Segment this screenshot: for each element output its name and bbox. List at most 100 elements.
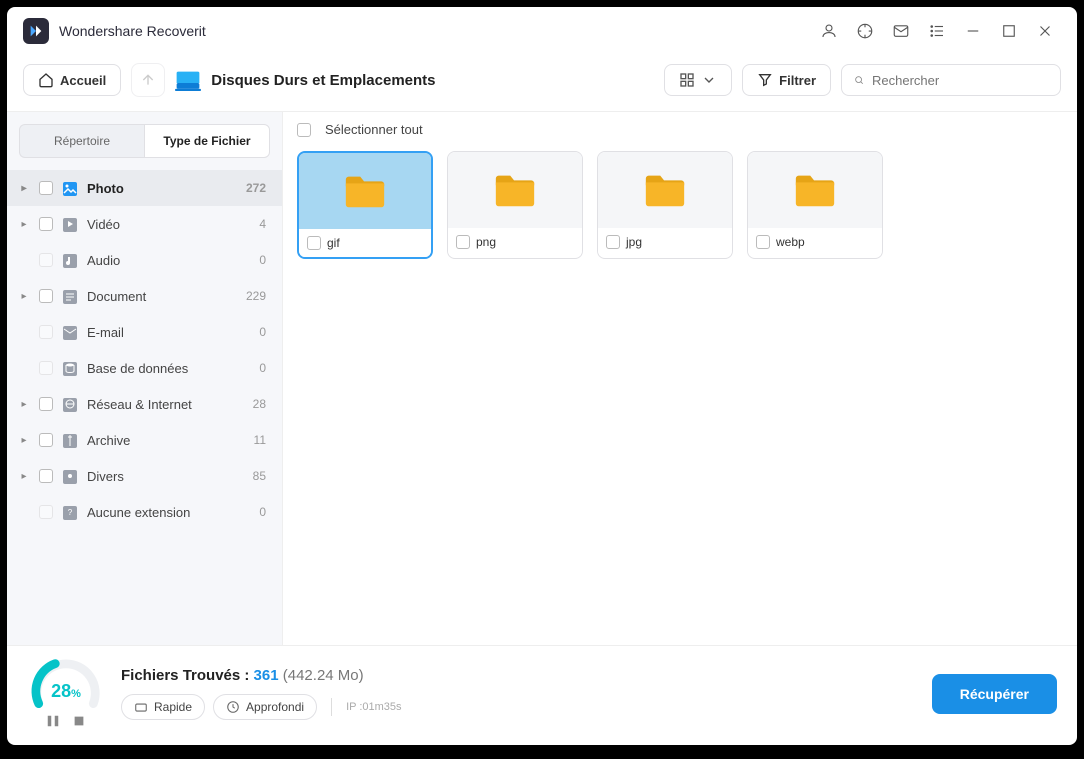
tab-repertoire[interactable]: Répertoire bbox=[19, 124, 144, 158]
scan-mode-rapide[interactable]: Rapide bbox=[121, 694, 205, 720]
folder-icon bbox=[299, 153, 431, 229]
account-icon[interactable] bbox=[813, 15, 845, 47]
card-checkbox[interactable] bbox=[307, 236, 321, 250]
progress-ring: 28% bbox=[27, 654, 105, 704]
sidebar: Répertoire Type de Fichier ▸ Photo 272 ▸… bbox=[7, 112, 282, 645]
folder-card-gif[interactable]: gif bbox=[297, 151, 433, 259]
progress-value: 28 bbox=[51, 681, 71, 701]
sidebar-item-divers[interactable]: ▸ Divers 85 bbox=[7, 458, 282, 494]
tree-item-count: 272 bbox=[246, 181, 266, 195]
tree-item-label: Document bbox=[87, 289, 246, 304]
up-button[interactable] bbox=[131, 63, 165, 97]
filter-button[interactable]: Filtrer bbox=[742, 64, 831, 96]
net-icon bbox=[61, 395, 79, 413]
tree-item-count: 4 bbox=[259, 217, 266, 231]
maximize-button[interactable] bbox=[993, 15, 1025, 47]
sidebar-item-base-de-donn-es[interactable]: Base de données 0 bbox=[7, 350, 282, 386]
files-found-line: Fichiers Trouvés : 361 (442.24 Mo) bbox=[121, 667, 916, 684]
view-grid-button[interactable] bbox=[664, 64, 732, 96]
tree-item-label: Divers bbox=[87, 469, 253, 484]
card-label: gif bbox=[327, 236, 340, 250]
tree-item-checkbox[interactable] bbox=[39, 217, 53, 231]
results-grid: gif png jpg webp bbox=[283, 147, 1077, 263]
card-label: jpg bbox=[626, 235, 642, 249]
chevron-right-icon: ▸ bbox=[17, 183, 31, 194]
recover-button[interactable]: Récupérer bbox=[932, 674, 1057, 714]
tree-item-checkbox bbox=[39, 253, 53, 267]
breadcrumb: Disques Durs et Emplacements bbox=[211, 72, 435, 89]
app-title: Wondershare Recoverit bbox=[59, 23, 206, 39]
db-icon bbox=[61, 359, 79, 377]
file-type-tree: ▸ Photo 272 ▸ Vidéo 4 Audio 0 ▸ Document… bbox=[7, 170, 282, 645]
doc-icon bbox=[61, 287, 79, 305]
card-checkbox[interactable] bbox=[456, 235, 470, 249]
toolbar: Accueil Disques Durs et Emplacements Fil… bbox=[7, 55, 1077, 111]
tree-item-label: Archive bbox=[87, 433, 254, 448]
tree-item-label: Vidéo bbox=[87, 217, 259, 232]
tree-item-checkbox[interactable] bbox=[39, 397, 53, 411]
tree-item-count: 229 bbox=[246, 289, 266, 303]
filter-label: Filtrer bbox=[779, 73, 816, 88]
folder-icon bbox=[748, 152, 882, 228]
app-logo bbox=[23, 18, 49, 44]
sidebar-item-photo[interactable]: ▸ Photo 272 bbox=[7, 170, 282, 206]
tree-item-count: 0 bbox=[259, 253, 266, 267]
card-label: webp bbox=[776, 235, 805, 249]
tree-item-count: 0 bbox=[259, 325, 266, 339]
tree-item-checkbox[interactable] bbox=[39, 469, 53, 483]
tree-item-label: Audio bbox=[87, 253, 259, 268]
folder-card-webp[interactable]: webp bbox=[747, 151, 883, 259]
folder-card-jpg[interactable]: jpg bbox=[597, 151, 733, 259]
svg-text:?: ? bbox=[68, 508, 73, 517]
folder-icon bbox=[598, 152, 732, 228]
tree-item-checkbox bbox=[39, 325, 53, 339]
drive-icon bbox=[175, 70, 201, 90]
tree-item-count: 0 bbox=[259, 361, 266, 375]
sidebar-item-vid-o[interactable]: ▸ Vidéo 4 bbox=[7, 206, 282, 242]
tab-type-fichier[interactable]: Type de Fichier bbox=[144, 124, 270, 158]
chevron-right-icon: ▸ bbox=[17, 435, 31, 446]
sidebar-item-audio[interactable]: Audio 0 bbox=[7, 242, 282, 278]
audio-icon bbox=[61, 251, 79, 269]
tree-item-label: Photo bbox=[87, 181, 246, 196]
sidebar-item-aucune-extension[interactable]: ? Aucune extension 0 bbox=[7, 494, 282, 530]
sidebar-item-r-seau-internet[interactable]: ▸ Réseau & Internet 28 bbox=[7, 386, 282, 422]
chevron-right-icon: ▸ bbox=[17, 291, 31, 302]
feedback-icon[interactable] bbox=[885, 15, 917, 47]
tree-item-label: E-mail bbox=[87, 325, 259, 340]
tree-item-count: 85 bbox=[253, 469, 266, 483]
tree-item-checkbox[interactable] bbox=[39, 433, 53, 447]
tree-item-checkbox bbox=[39, 505, 53, 519]
archive-icon bbox=[61, 431, 79, 449]
folder-card-png[interactable]: png bbox=[447, 151, 583, 259]
home-button[interactable]: Accueil bbox=[23, 64, 121, 96]
folder-icon bbox=[448, 152, 582, 228]
video-icon bbox=[61, 215, 79, 233]
scan-mode-approfondi[interactable]: Approfondi bbox=[213, 694, 317, 720]
select-all-label: Sélectionner tout bbox=[325, 122, 423, 137]
card-checkbox[interactable] bbox=[606, 235, 620, 249]
support-icon[interactable] bbox=[849, 15, 881, 47]
home-label: Accueil bbox=[60, 73, 106, 88]
search-box[interactable] bbox=[841, 64, 1061, 96]
list-icon[interactable] bbox=[921, 15, 953, 47]
tree-item-checkbox[interactable] bbox=[39, 181, 53, 195]
footer: 28% Fichiers Trouvés : 361 (442.24 Mo) R… bbox=[7, 645, 1077, 745]
files-found-size: (442.24 Mo) bbox=[283, 667, 364, 684]
card-checkbox[interactable] bbox=[756, 235, 770, 249]
tree-item-checkbox[interactable] bbox=[39, 289, 53, 303]
minimize-button[interactable] bbox=[957, 15, 989, 47]
tree-item-count: 0 bbox=[259, 505, 266, 519]
close-button[interactable] bbox=[1029, 15, 1061, 47]
sidebar-item-document[interactable]: ▸ Document 229 bbox=[7, 278, 282, 314]
image-icon bbox=[61, 179, 79, 197]
select-all-checkbox[interactable] bbox=[297, 123, 311, 137]
scan-time-info: IP :01m35s bbox=[346, 701, 401, 713]
sidebar-item-archive[interactable]: ▸ Archive 11 bbox=[7, 422, 282, 458]
sidebar-item-e-mail[interactable]: E-mail 0 bbox=[7, 314, 282, 350]
search-input[interactable] bbox=[872, 73, 1048, 88]
tree-item-count: 28 bbox=[253, 397, 266, 411]
chevron-right-icon: ▸ bbox=[17, 399, 31, 410]
tree-item-label: Réseau & Internet bbox=[87, 397, 253, 412]
tree-item-label: Base de données bbox=[87, 361, 259, 376]
